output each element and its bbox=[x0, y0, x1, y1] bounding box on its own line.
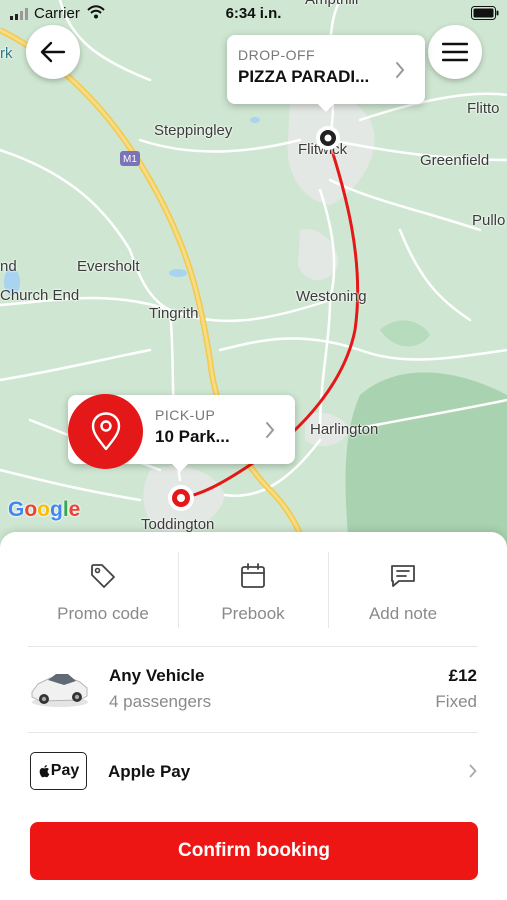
apple-icon bbox=[39, 765, 50, 778]
prebook-label: Prebook bbox=[221, 604, 285, 623]
hamburger-icon bbox=[442, 42, 468, 62]
dropoff-callout[interactable]: DROP-OFF PIZZA PARADI... bbox=[227, 35, 425, 112]
tag-icon bbox=[91, 564, 115, 588]
vehicle-title: Any Vehicle bbox=[109, 666, 205, 685]
dropoff-label: DROP-OFF bbox=[238, 47, 316, 63]
arrow-left-icon bbox=[40, 41, 66, 63]
promo-code-label: Promo code bbox=[57, 604, 149, 623]
apple-pay-logo-text: Pay bbox=[50, 762, 80, 779]
apple-pay-logo: Pay bbox=[30, 752, 87, 790]
pickup-pin-icon bbox=[168, 485, 194, 511]
place-label: Westoning bbox=[296, 288, 367, 305]
location-pin-icon bbox=[91, 411, 120, 450]
status-bar: Carrier 6:34 i.n. bbox=[0, 0, 507, 28]
car-icon bbox=[31, 674, 88, 707]
vehicle-passengers: 4 passengers bbox=[109, 692, 212, 711]
place-label: nd bbox=[0, 258, 17, 275]
place-label: Harlington bbox=[310, 421, 379, 438]
back-button[interactable] bbox=[26, 25, 80, 79]
chevron-right-icon bbox=[396, 61, 405, 78]
add-note-label: Add note bbox=[368, 604, 438, 623]
price-type: Fixed bbox=[435, 692, 477, 711]
dropoff-address: PIZZA PARADI... bbox=[238, 67, 370, 86]
note-icon bbox=[391, 565, 415, 587]
quick-actions: Promo code Prebook Add note bbox=[28, 552, 478, 642]
place-label: Pullo bbox=[472, 212, 506, 229]
place-label: Greenfield bbox=[420, 152, 490, 169]
pickup-label: PICK-UP bbox=[155, 407, 216, 423]
place-label: Tingrith bbox=[149, 305, 199, 322]
place-label: rk bbox=[0, 45, 13, 62]
callout-pointer bbox=[318, 104, 334, 112]
vehicle-row[interactable]: Any Vehicle 4 passengers £12 Fixed bbox=[0, 646, 507, 732]
callout-pointer bbox=[172, 464, 188, 472]
dropoff-pin-icon bbox=[316, 126, 340, 150]
vehicle-price: £12 bbox=[448, 666, 477, 685]
confirm-booking-button[interactable]: Confirm booking bbox=[30, 822, 478, 880]
booking-sheet: Promo code Prebook Add note Any Vehicle … bbox=[0, 532, 507, 900]
payment-row[interactable]: Pay Apple Pay bbox=[0, 732, 507, 812]
pickup-callout[interactable]: PICK-UP 10 Park... bbox=[68, 394, 295, 472]
place-label: Eversholt bbox=[77, 258, 140, 275]
google-logo: Google bbox=[8, 498, 81, 521]
place-label: Steppingley bbox=[154, 122, 233, 139]
promo-code-button[interactable]: Promo code bbox=[28, 552, 178, 642]
pickup-address: 10 Park... bbox=[155, 427, 230, 446]
place-label: Flitto bbox=[467, 100, 500, 117]
payment-method: Apple Pay bbox=[108, 762, 191, 781]
battery-icon bbox=[471, 6, 499, 20]
menu-button[interactable] bbox=[428, 25, 482, 79]
chevron-right-icon bbox=[266, 421, 275, 438]
add-note-button[interactable]: Add note bbox=[328, 552, 478, 642]
road-badge-text: M1 bbox=[123, 154, 137, 165]
calendar-icon bbox=[241, 563, 265, 588]
place-label: Church End bbox=[0, 287, 80, 304]
prebook-button[interactable]: Prebook bbox=[178, 552, 328, 642]
clock: 6:34 i.n. bbox=[225, 5, 282, 22]
pickup-badge bbox=[68, 394, 143, 469]
place-label: Toddington bbox=[141, 516, 215, 533]
chevron-right-icon bbox=[469, 764, 477, 778]
